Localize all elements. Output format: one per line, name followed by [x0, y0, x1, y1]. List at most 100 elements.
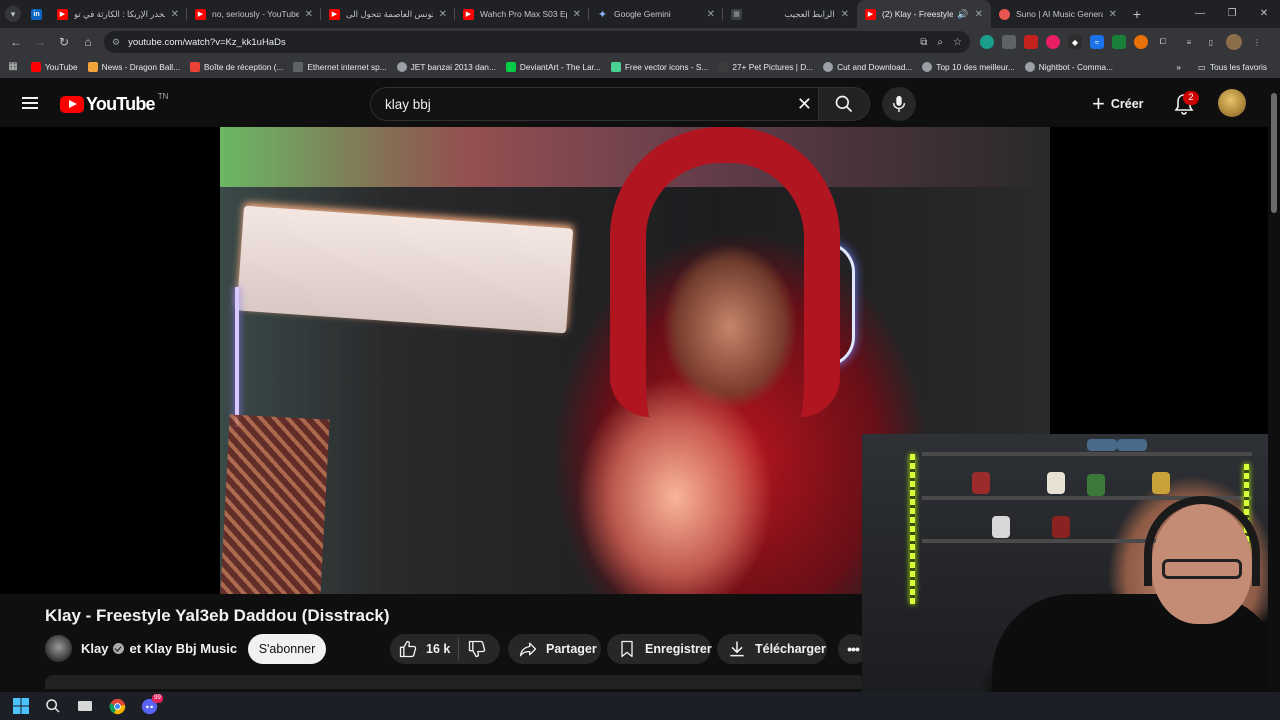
- search-input[interactable]: klay bbj ✕: [370, 87, 818, 121]
- like-button[interactable]: 16 k: [390, 639, 450, 659]
- figurine: [992, 516, 1010, 538]
- tab-7[interactable]: Suno | AI Music Generat ✕: [991, 0, 1125, 28]
- minimize-icon[interactable]: —: [1184, 0, 1216, 28]
- new-tab-button[interactable]: +: [1125, 6, 1149, 22]
- extension-icon[interactable]: [980, 35, 994, 49]
- browser-menu-icon[interactable]: ⋮: [1250, 35, 1264, 49]
- tab-2[interactable]: ▶ تونس العاصمة تتحول الى ✕: [321, 0, 455, 28]
- tab-1[interactable]: ▶ no, seriously - YouTube ✕: [187, 0, 321, 28]
- linkedin-icon: in: [31, 8, 42, 20]
- bookmark-star-icon[interactable]: ☆: [953, 37, 962, 48]
- page-scrollbar[interactable]: [1268, 79, 1280, 692]
- taskbar-search-icon[interactable]: [44, 697, 62, 715]
- site-info-icon[interactable]: ⚙: [112, 37, 120, 48]
- youtube-favicon-icon: ▶: [463, 8, 474, 20]
- media-controls-icon[interactable]: ≡: [1182, 35, 1196, 49]
- bookmark-item[interactable]: News - Dragon Ball...: [83, 61, 185, 72]
- youtube-favicon-icon: ▶: [57, 8, 68, 20]
- close-tab-icon[interactable]: ✕: [707, 9, 715, 20]
- close-tab-icon[interactable]: ✕: [439, 9, 447, 20]
- thumbs-up-icon: [399, 640, 417, 658]
- description-box[interactable]: [45, 675, 865, 689]
- channel-avatar[interactable]: [45, 635, 72, 662]
- account-avatar[interactable]: [1218, 89, 1246, 117]
- share-arrow-icon: [519, 642, 537, 657]
- suno-icon: [999, 8, 1010, 20]
- search-button[interactable]: [818, 87, 870, 121]
- close-tab-icon[interactable]: ✕: [841, 9, 849, 20]
- bookmark-item[interactable]: JET banzai 2013 dan...: [392, 61, 501, 72]
- address-bar[interactable]: ⚙ youtube.com/watch?v=Kz_kk1uHaDs ⧉ ⌕ ☆: [104, 31, 970, 53]
- extension-icon[interactable]: [1112, 35, 1126, 49]
- profile-avatar[interactable]: [1226, 34, 1242, 50]
- bookmark-label: YouTube: [45, 61, 78, 72]
- tab-5[interactable]: ▦ الرابط العجيب ✕: [723, 0, 857, 28]
- apps-grid-icon[interactable]: ▦: [0, 61, 26, 72]
- clear-search-icon[interactable]: ✕: [797, 95, 812, 113]
- figurine-box: [1117, 439, 1147, 451]
- share-button[interactable]: Partager: [508, 634, 601, 664]
- tab-title: الرابط العجيب: [784, 8, 835, 19]
- windows-start-icon[interactable]: [12, 697, 30, 715]
- close-tab-icon[interactable]: ✕: [975, 9, 983, 20]
- channel-name[interactable]: Klay et Klay Bbj Music: [81, 641, 237, 656]
- dislike-button[interactable]: [467, 639, 487, 659]
- microphone-icon: [892, 95, 906, 113]
- close-tab-icon[interactable]: ✕: [573, 9, 581, 20]
- voice-search-button[interactable]: [882, 87, 916, 121]
- extension-icon[interactable]: [1134, 35, 1148, 49]
- bookmark-item[interactable]: YouTube: [26, 61, 83, 72]
- bookmark-item[interactable]: Cut and Download...: [818, 61, 917, 72]
- cast-icon[interactable]: ⧉: [920, 37, 927, 48]
- bookmark-label: News - Dragon Ball...: [101, 61, 180, 72]
- extension-icon[interactable]: [1046, 35, 1060, 49]
- back-icon[interactable]: ←: [4, 35, 28, 49]
- bookmark-item[interactable]: 27+ Pet Pictures | D...: [713, 61, 818, 72]
- tab-title: تونس العاصمة تتحول الى: [346, 8, 433, 19]
- figurine: [1152, 472, 1170, 494]
- more-bookmarks-chevron-icon[interactable]: »: [1176, 62, 1181, 72]
- close-tab-icon[interactable]: ✕: [171, 9, 179, 20]
- reload-icon[interactable]: ↻: [52, 35, 76, 49]
- youtube-logo[interactable]: YouTube TN: [60, 92, 168, 115]
- tab-search-icon[interactable]: ▾: [5, 6, 21, 22]
- bookmark-item[interactable]: Top 10 des meilleur...: [917, 61, 1019, 72]
- tab-3[interactable]: ▶ Wahch Pro Max S03 Epi ✕: [455, 0, 589, 28]
- tab-6-active[interactable]: ▶ (2) Klay - Freestyle Y 🔊 ✕: [857, 0, 991, 28]
- bookmark-item[interactable]: Ethernet internet sp...: [288, 61, 391, 72]
- extension-icon[interactable]: ≈: [1090, 35, 1104, 49]
- bookmark-item[interactable]: Boîte de réception (...: [185, 61, 288, 72]
- zoom-icon[interactable]: ⌕: [937, 37, 943, 48]
- task-view-icon[interactable]: [76, 697, 94, 715]
- extension-icon[interactable]: [1024, 35, 1038, 49]
- restore-icon[interactable]: ❐: [1216, 0, 1248, 28]
- guide-menu-icon[interactable]: [22, 97, 38, 109]
- glasses: [1162, 559, 1242, 579]
- discord-taskbar-icon[interactable]: 99: [140, 694, 163, 715]
- audio-playing-icon[interactable]: 🔊: [957, 9, 968, 20]
- bookmark-item[interactable]: Nightbot - Comma...: [1020, 61, 1118, 72]
- subscribe-button[interactable]: S'abonner: [248, 634, 326, 664]
- home-icon[interactable]: ⌂: [76, 35, 100, 49]
- side-panel-icon[interactable]: ▯: [1204, 35, 1218, 49]
- save-button[interactable]: Enregistrer: [607, 634, 712, 664]
- extension-icon[interactable]: ◆: [1068, 35, 1082, 49]
- bookmark-item[interactable]: DeviantArt - The Lar...: [501, 61, 606, 72]
- close-window-icon[interactable]: ✕: [1248, 0, 1280, 28]
- all-bookmarks-folder[interactable]: ▭ Tous les favoris: [1193, 62, 1272, 72]
- create-button[interactable]: + Créer: [1092, 88, 1144, 120]
- extensions-puzzle-icon[interactable]: ⧠: [1156, 35, 1170, 49]
- bookmark-label: Free vector icons - S...: [624, 61, 709, 72]
- scrollbar-thumb[interactable]: [1271, 93, 1277, 213]
- download-button[interactable]: Télécharger: [717, 634, 827, 664]
- camera-extension-icon[interactable]: [1002, 35, 1016, 49]
- tab-4[interactable]: ✦ Google Gemini ✕: [589, 0, 723, 28]
- bookmark-item[interactable]: Free vector icons - S...: [606, 61, 713, 72]
- tab-0[interactable]: ▶ مخدر الإربكا : الكارثة في تو ✕: [49, 0, 187, 28]
- close-tab-icon[interactable]: ✕: [1109, 9, 1117, 20]
- save-label: Enregistrer: [645, 642, 712, 656]
- chrome-taskbar-icon[interactable]: [108, 697, 126, 715]
- pinned-tab-linkedin[interactable]: in: [27, 0, 49, 28]
- forward-icon[interactable]: →: [28, 35, 52, 49]
- close-tab-icon[interactable]: ✕: [305, 9, 313, 20]
